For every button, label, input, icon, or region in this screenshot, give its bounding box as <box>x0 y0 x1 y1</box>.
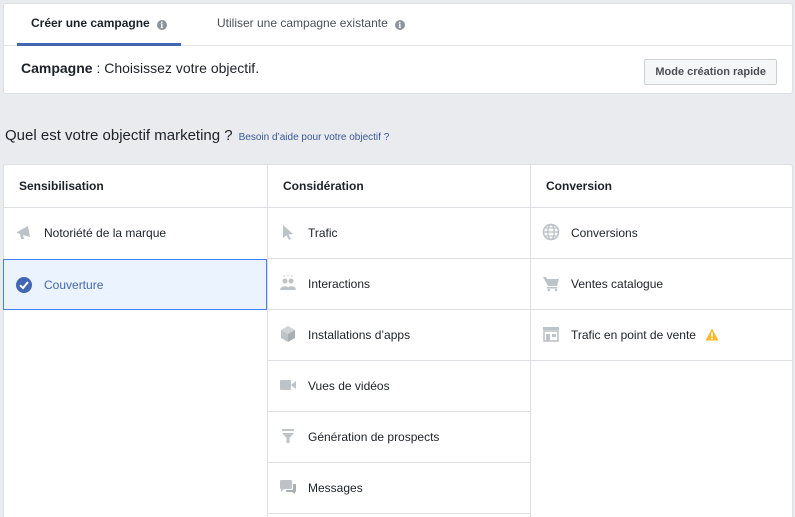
objective-traffic[interactable]: Trafic <box>268 208 530 259</box>
objective-reach[interactable]: Couverture <box>3 259 267 310</box>
objective-engagement[interactable]: Interactions <box>268 259 530 310</box>
funnel-icon <box>282 429 294 443</box>
tab-existing-campaign-label: Utiliser une campagne existante <box>217 16 388 30</box>
objective-grid: Sensibilisation Notoriété de la marque C… <box>3 164 793 517</box>
store-icon <box>543 327 559 342</box>
chat-bubbles-icon <box>280 480 296 494</box>
column-conversion: Conversion Conversions Ventes catalogue … <box>530 165 793 517</box>
tab-existing-campaign[interactable]: Utiliser une campagne existante i <box>217 4 405 46</box>
objective-question: Quel est votre objectif marketing ? Besoi… <box>5 127 389 144</box>
info-icon[interactable]: i <box>156 20 167 30</box>
column-consideration: Considération Trafic Interactions Instal… <box>267 165 530 517</box>
objective-label: Génération de prospects <box>308 430 440 444</box>
box-icon <box>281 326 295 342</box>
objective-question-text: Quel est votre objectif marketing ? <box>5 127 233 144</box>
objective-video-views[interactable]: Vues de vidéos <box>268 361 530 412</box>
objective-brand-awareness[interactable]: Notoriété de la marque <box>4 208 267 259</box>
globe-icon <box>542 223 560 241</box>
column-header: Conversion <box>531 165 793 208</box>
objective-label: Messages <box>308 481 363 495</box>
objective-label: Trafic <box>308 226 338 240</box>
objective-label: Couverture <box>44 278 104 292</box>
objective-lead-generation[interactable]: Génération de prospects <box>268 412 530 463</box>
info-icon[interactable]: i <box>394 20 405 30</box>
check-circle-icon <box>16 277 32 293</box>
campaign-objective-prompt: Campagne : Choisissez votre objectif. <box>21 60 259 76</box>
column-header: Sensibilisation <box>4 165 267 208</box>
objective-help-link[interactable]: Besoin d’aide pour votre objectif ? <box>239 132 390 143</box>
objective-label: Notoriété de la marque <box>44 226 167 240</box>
objective-app-installs[interactable]: Installations d’apps <box>268 310 530 361</box>
objective-label: Ventes catalogue <box>571 277 664 291</box>
campaign-text: : Choisissez votre objectif. <box>92 60 260 76</box>
objective-catalog-sales[interactable]: Ventes catalogue <box>531 259 793 310</box>
objective-label: Conversions <box>571 226 638 240</box>
tab-create-campaign-label: Créer une campagne <box>31 16 150 30</box>
cursor-icon <box>283 225 293 240</box>
quick-creation-mode-button[interactable]: Mode création rapide <box>644 59 777 85</box>
column-awareness: Sensibilisation Notoriété de la marque C… <box>3 165 267 517</box>
objective-store-traffic[interactable]: Trafic en point de vente <box>531 310 793 361</box>
column-header: Considération <box>268 165 530 208</box>
objective-label: Vues de vidéos <box>308 379 390 393</box>
objective-conversions[interactable]: Conversions <box>531 208 793 259</box>
shopping-cart-icon <box>543 277 559 292</box>
people-icon <box>280 274 296 290</box>
objective-label: Interactions <box>308 277 371 291</box>
campaign-header-card: Créer une campagne i Utiliser une campagn… <box>3 3 793 94</box>
tab-bar: Créer une campagne i Utiliser une campagn… <box>4 4 792 46</box>
warning-icon <box>705 328 719 341</box>
video-camera-icon <box>280 380 296 390</box>
campaign-label: Campagne <box>21 60 93 76</box>
objective-messages[interactable]: Messages <box>268 463 530 514</box>
objective-label: Installations d’apps <box>308 328 411 342</box>
megaphone-icon <box>17 226 30 239</box>
tab-create-campaign[interactable]: Créer une campagne i <box>17 4 181 46</box>
objective-label: Trafic en point de vente <box>571 328 696 342</box>
